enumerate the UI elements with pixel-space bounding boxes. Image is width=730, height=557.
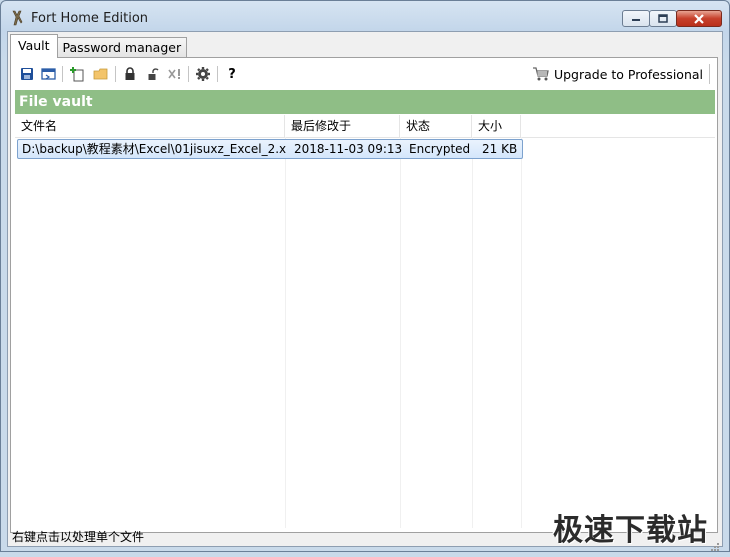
- open-vault-icon[interactable]: [39, 64, 59, 84]
- upgrade-label: Upgrade to Professional: [553, 66, 703, 82]
- status-text: 右键点击以处理单个文件: [12, 530, 145, 544]
- resize-grip-icon[interactable]: [708, 542, 720, 554]
- column-header-modified[interactable]: 最后修改于: [285, 115, 400, 137]
- table-row[interactable]: D:\backup\教程素材\Excel\01jisuxz_Excel_2.x.…: [17, 139, 523, 159]
- add-folder-icon[interactable]: [91, 64, 111, 84]
- lock-icon[interactable]: [120, 64, 140, 84]
- list-header: 文件名 最后修改于 状态 大小: [15, 115, 715, 138]
- app-window: Fort Home Edition Vault Password manager: [0, 0, 730, 552]
- client-area: Vault Password manager ? Upgrade to Prof…: [7, 31, 723, 551]
- column-header-status[interactable]: 状态: [400, 115, 472, 137]
- new-file-icon[interactable]: [67, 64, 87, 84]
- window-title: Fort Home Edition: [31, 11, 149, 26]
- file-list[interactable]: 文件名 最后修改于 状态 大小 D:\backup\教程素材\Excel\01j…: [15, 115, 715, 528]
- remove-icon[interactable]: [165, 64, 185, 84]
- unlock-icon[interactable]: [143, 64, 163, 84]
- cell-status: Encrypted: [409, 142, 471, 156]
- toolbar: ? Upgrade to Professional: [15, 62, 715, 86]
- column-header-size[interactable]: 大小: [472, 115, 521, 137]
- tab-vault[interactable]: Vault: [10, 34, 58, 58]
- maximize-button[interactable]: [649, 10, 677, 27]
- title-bar: Fort Home Edition: [1, 1, 729, 33]
- cell-filename: D:\backup\教程素材\Excel\01jisuxz_Excel_2.x.…: [22, 142, 286, 156]
- app-logo-icon: [9, 9, 25, 27]
- minimize-icon: [632, 18, 640, 21]
- section-header: File vault: [15, 90, 715, 114]
- cell-size: 21 KB: [482, 142, 518, 156]
- upgrade-button[interactable]: Upgrade to Professional: [532, 64, 710, 84]
- cart-icon: [532, 67, 549, 81]
- tab-strip: Vault Password manager: [10, 34, 188, 58]
- close-button[interactable]: [676, 10, 722, 27]
- minimize-button[interactable]: [622, 10, 650, 27]
- save-icon[interactable]: [17, 64, 37, 84]
- close-icon: [694, 13, 704, 24]
- maximize-icon: [658, 14, 668, 23]
- vault-panel: ? Upgrade to Professional File vault 文件名…: [10, 57, 718, 533]
- help-icon[interactable]: ?: [222, 64, 242, 84]
- cell-modified: 2018-11-03 09:13: [294, 142, 402, 156]
- settings-icon[interactable]: [193, 64, 213, 84]
- watermark-logo: 极速下载站: [553, 513, 708, 548]
- tab-password-manager[interactable]: Password manager: [56, 37, 188, 58]
- column-header-filename[interactable]: 文件名: [15, 115, 285, 137]
